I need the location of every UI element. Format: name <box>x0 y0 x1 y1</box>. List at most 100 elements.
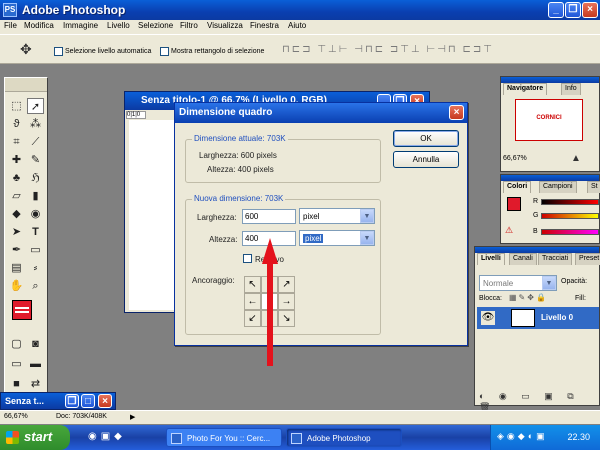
auto-select-label: Selezione livello automatica <box>65 48 152 55</box>
pen-tool-icon[interactable]: ✒ <box>8 242 25 258</box>
anchor-ne-icon[interactable]: ↗ <box>278 276 295 293</box>
status-arrow-icon[interactable]: ▶ <box>130 413 135 421</box>
tab-tracciati[interactable]: Tracciati <box>538 253 573 265</box>
anchor-nw-icon[interactable]: ↖ <box>244 276 261 293</box>
layers-panel: Livelli Canali Tracciati Preset Normale … <box>474 246 600 412</box>
tab-colori[interactable]: Colori <box>503 181 532 193</box>
blend-mode-select[interactable]: Normale ▼ <box>479 275 557 291</box>
navigator-preview[interactable]: CORNICI <box>515 99 583 141</box>
minimize-button[interactable]: _ <box>548 2 564 18</box>
anchor-w-icon[interactable]: ← <box>244 293 261 310</box>
menu-selezione[interactable]: Selezione <box>138 21 173 30</box>
ok-button[interactable]: OK <box>393 130 459 147</box>
layer-row[interactable]: 👁 Livello 0 <box>477 307 599 329</box>
status-doc-size[interactable]: Doc: 703K/408K <box>56 413 107 420</box>
mini-restore-button[interactable]: ❐ <box>65 394 79 408</box>
tab-canali[interactable]: Canali <box>509 253 537 265</box>
taskbar-item-photoshop[interactable]: Adobe Photoshop <box>286 428 402 447</box>
anchor-sw-icon[interactable]: ↙ <box>244 310 261 327</box>
foreground-color-swatch[interactable] <box>12 300 32 320</box>
menu-immagine[interactable]: Immagine <box>63 21 98 30</box>
magic-wand-icon[interactable]: ⁂ <box>27 116 44 132</box>
notes-tool-icon[interactable]: ▤ <box>8 260 25 276</box>
gradient-tool-icon[interactable]: ▮ <box>27 188 44 204</box>
height-unit-select[interactable]: pixel ▼ <box>299 230 375 246</box>
menu-filtro[interactable]: Filtro <box>180 21 198 30</box>
mini-close-button[interactable]: × <box>98 394 112 408</box>
status-zoom[interactable]: 66,67% <box>4 413 28 420</box>
tab-stili[interactable]: St <box>587 181 600 193</box>
foreground-swatch[interactable] <box>507 197 521 211</box>
screen-mode-2-icon[interactable]: ▬ <box>27 356 44 372</box>
close-button[interactable]: × <box>582 2 598 18</box>
brush-tool-icon[interactable]: ✎ <box>27 152 44 168</box>
show-bounds-label: Mostra rettangolo di selezione <box>171 48 265 55</box>
auto-select-checkbox[interactable] <box>54 47 63 56</box>
width-input[interactable] <box>242 209 296 224</box>
tray-icons[interactable]: ◈◉◆◐▣ <box>497 431 548 442</box>
chevron-down-icon[interactable]: ▼ <box>360 209 374 223</box>
menu-livello[interactable]: Livello <box>107 21 130 30</box>
path-select-icon[interactable]: ➤ <box>8 224 25 240</box>
eyedropper-icon[interactable]: ⸗ <box>27 260 44 276</box>
b-label: B <box>533 228 538 235</box>
lock-icons[interactable]: ▦✎✥🔒 <box>509 293 548 302</box>
standard-mode-icon[interactable]: ▢ <box>8 336 25 352</box>
slice-tool-icon[interactable]: ⟋ <box>27 134 44 150</box>
start-button[interactable]: start <box>0 425 70 450</box>
healing-brush-icon[interactable]: ✚ <box>8 152 25 168</box>
blur-tool-icon[interactable]: ◆ <box>8 206 25 222</box>
history-brush-icon[interactable]: ℌ <box>27 170 44 186</box>
lasso-tool-icon[interactable]: ϑ <box>8 116 25 132</box>
hand-tool-icon[interactable]: ✋ <box>8 278 25 294</box>
stamp-tool-icon[interactable]: ♣ <box>8 170 25 186</box>
minimized-doc[interactable]: Senza t... ❐ □ × <box>0 392 116 410</box>
menu-file[interactable]: File <box>4 21 17 30</box>
type-tool-icon[interactable]: T <box>27 224 44 240</box>
eye-icon[interactable]: 👁 <box>481 311 495 325</box>
b-slider[interactable] <box>541 229 599 235</box>
navigator-zoom[interactable]: 66,67% <box>503 155 527 162</box>
marquee-tool-icon[interactable]: ⬚ <box>8 98 25 114</box>
chevron-down-icon[interactable]: ▼ <box>360 231 374 245</box>
jump-to-imageready-icon[interactable]: ⇄ <box>27 376 44 392</box>
warning-icon[interactable]: ⚠ <box>505 225 513 236</box>
anchor-e-icon[interactable]: → <box>278 293 295 310</box>
menu-finestra[interactable]: Finestra <box>250 21 279 30</box>
tab-navigator[interactable]: Navigatore <box>503 83 548 95</box>
tab-campioni[interactable]: Campioni <box>539 181 577 193</box>
anchor-se-icon[interactable]: ↘ <box>278 310 295 327</box>
tab-preset[interactable]: Preset <box>575 253 600 265</box>
screen-mode-3-icon[interactable]: ■ <box>8 376 25 392</box>
menu-aiuto[interactable]: Aiuto <box>288 21 306 30</box>
eraser-tool-icon[interactable]: ▱ <box>8 188 25 204</box>
clock[interactable]: 22.30 <box>567 432 590 442</box>
r-slider[interactable] <box>541 199 599 205</box>
chevron-down-icon[interactable]: ▼ <box>542 276 556 290</box>
cancel-button[interactable]: Annulla <box>393 151 459 168</box>
show-bounds-checkbox[interactable] <box>160 47 169 56</box>
tab-livelli[interactable]: Livelli <box>477 253 505 265</box>
g-slider[interactable] <box>541 213 599 219</box>
shape-tool-icon[interactable]: ▭ <box>27 242 44 258</box>
move-tool-icon[interactable]: ✥ <box>20 41 32 58</box>
quickmask-mode-icon[interactable]: ◙ <box>27 336 44 352</box>
dialog-close-button[interactable]: × <box>449 105 464 120</box>
quicklaunch-icons[interactable]: ◉▣◆ <box>88 431 126 442</box>
width-unit-select[interactable]: pixel ▼ <box>299 208 375 224</box>
restore-button[interactable]: ❐ <box>565 2 581 18</box>
crop-tool-icon[interactable]: ⌗ <box>8 134 25 150</box>
menu-visualizza[interactable]: Visualizza <box>207 21 243 30</box>
zoom-slider-icon[interactable]: ▲ <box>571 153 581 164</box>
mini-maximize-button[interactable]: □ <box>81 394 95 408</box>
screen-mode-1-icon[interactable]: ▭ <box>8 356 25 372</box>
tab-info[interactable]: Info <box>561 83 581 95</box>
align-icons[interactable]: ⊓⊏⊐ ⊤⊥⊢ ⊣⊓⊏ ⊐⊤⊥ ⊢⊣⊓ ⊏⊐⊤ <box>282 44 494 55</box>
dodge-tool-icon[interactable]: ◉ <box>27 206 44 222</box>
move-tool-icon[interactable]: ➚ <box>27 98 44 114</box>
document-canvas[interactable] <box>129 120 175 310</box>
taskbar-item-browser[interactable]: Photo For You :: Cerc... <box>166 428 282 447</box>
menu-modifica[interactable]: Modifica <box>24 21 54 30</box>
zoom-tool-icon[interactable]: ⌕ <box>27 278 44 294</box>
relative-checkbox[interactable] <box>243 254 252 263</box>
